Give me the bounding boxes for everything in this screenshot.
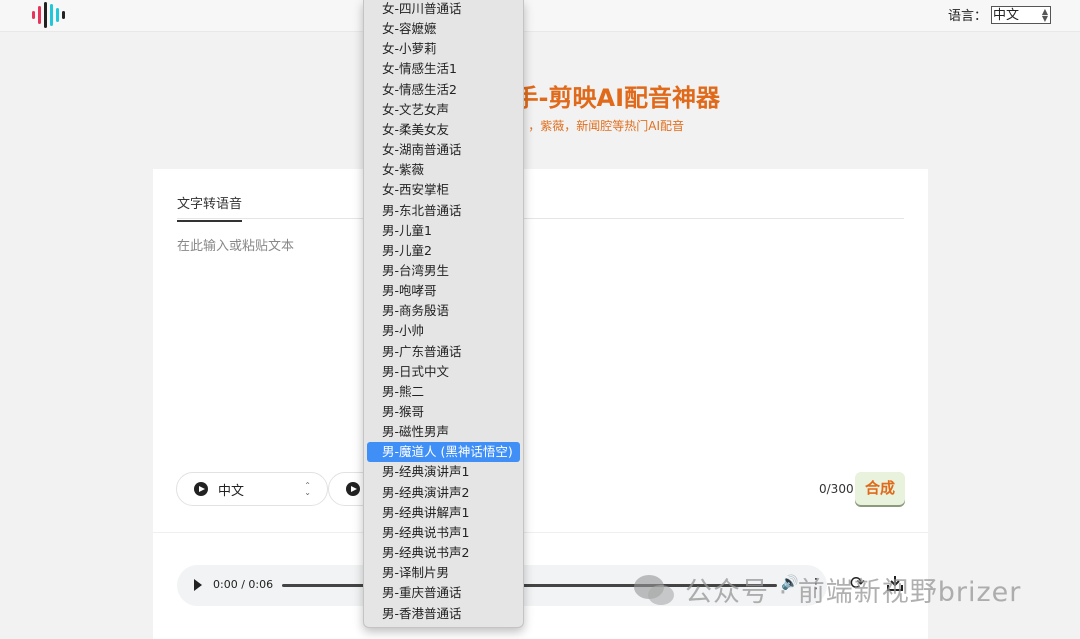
- voice-option[interactable]: 男-魔道人 (黑神话悟空): [367, 442, 520, 463]
- tab-divider: [177, 218, 904, 219]
- voice-option[interactable]: 男-儿童2: [367, 241, 520, 261]
- voice-dropdown: 女-四川普通话 女-容嬷嬷 女-小萝莉 女-情感生活1 女-情感生活2 女-文艺女声 女-柔…: [363, 0, 524, 628]
- voice-option[interactable]: 男-广东普通话: [367, 342, 520, 362]
- voice-option[interactable]: 男-台湾男生: [367, 261, 520, 281]
- language-switcher: 语言： 中文 ▲ ▼: [948, 5, 1051, 24]
- voice-option[interactable]: 男-经典讲解声1: [367, 503, 520, 523]
- voice-option[interactable]: 女-情感生活2: [367, 80, 520, 100]
- voice-option[interactable]: 男-儿童1: [367, 221, 520, 241]
- logo-icon: [32, 2, 65, 28]
- watermark: 公众号 · 前端新视野brizer: [633, 570, 1021, 609]
- top-bar: 语言： 中文 ▲ ▼: [0, 0, 1080, 32]
- select-arrows-icon: ⌃ ⌄: [304, 481, 311, 497]
- play-circle-icon: [194, 482, 208, 496]
- voice-option[interactable]: 女-容嬷嬷: [367, 19, 520, 39]
- voice-option[interactable]: 女-文艺女声: [367, 100, 520, 120]
- language-picker-label: 中文: [218, 483, 245, 499]
- language-select-value: 中文: [993, 7, 1020, 23]
- voice-option[interactable]: 女-小萝莉: [367, 39, 520, 59]
- voice-option[interactable]: 男-日式中文: [367, 362, 520, 382]
- voice-option[interactable]: 男-经典演讲声2: [367, 483, 520, 503]
- voice-option[interactable]: 男-经典说书声2: [367, 543, 520, 563]
- voice-option[interactable]: 男-磁性男声: [367, 422, 520, 442]
- voice-option[interactable]: 男-香港普通话: [367, 604, 520, 624]
- language-picker[interactable]: 中文 ⌃ ⌄: [176, 472, 328, 506]
- section-divider: [153, 532, 928, 533]
- wechat-icon: [634, 574, 674, 605]
- hero: 手-剪映AI配音神器 ，紫薇，新闻腔等热门AI配音: [0, 78, 1080, 138]
- select-arrows-icon: ▲ ▼: [1041, 6, 1048, 23]
- voice-option[interactable]: 女-西安掌柜: [367, 180, 520, 200]
- text-input[interactable]: 在此输入或粘贴文本: [177, 235, 904, 455]
- voice-option[interactable]: 男-东北普通话: [367, 201, 520, 221]
- voice-option[interactable]: 女-湖南普通话: [367, 140, 520, 160]
- voice-option[interactable]: 男-小帅: [367, 321, 520, 341]
- voice-option[interactable]: 男-重庆普通话: [367, 583, 520, 603]
- synthesize-button[interactable]: 合成: [855, 472, 905, 505]
- voice-option[interactable]: 男-经典演讲声1: [367, 462, 520, 482]
- voice-option[interactable]: 女-四川普通话: [367, 0, 520, 19]
- voice-option[interactable]: 男-译制片男: [367, 563, 520, 583]
- play-circle-icon: [346, 482, 360, 496]
- voice-option[interactable]: 男-经典说书声1: [367, 523, 520, 543]
- play-icon[interactable]: [194, 579, 202, 591]
- audio-time: 0:00 / 0:06: [213, 578, 274, 591]
- voice-option[interactable]: 女-柔美女友: [367, 120, 520, 140]
- voice-option[interactable]: 女-紫薇: [367, 160, 520, 180]
- voice-option[interactable]: 男-商务殷语: [367, 301, 520, 321]
- watermark-text: 公众号 · 前端新视野brizer: [685, 577, 1022, 608]
- voice-option[interactable]: 男-猴哥: [367, 402, 520, 422]
- char-counter: 0/300: [819, 482, 854, 496]
- voice-option[interactable]: 女-情感生活1: [367, 59, 520, 79]
- language-label: 语言：: [947, 9, 987, 24]
- voice-option[interactable]: 男-熊二: [367, 382, 520, 402]
- tts-card: 文字转语音 在此输入或粘贴文本 中文 ⌃ ⌄ 0/300 合成 0:00 / 0:…: [153, 169, 928, 639]
- voice-option[interactable]: 男-咆哮哥: [367, 281, 520, 301]
- language-select[interactable]: 中文 ▲ ▼: [991, 5, 1051, 24]
